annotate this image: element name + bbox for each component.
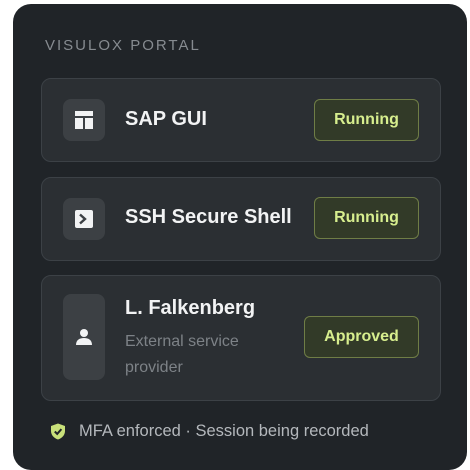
approval-badge: Approved	[304, 316, 419, 358]
approver-role: External service provider	[125, 333, 239, 376]
portal-panel: VISULOX PORTAL SAP GUI Running SSH Secur…	[13, 4, 467, 470]
security-status-text: MFA enforced · Session being recorded	[79, 422, 369, 440]
shield-check-icon	[51, 423, 65, 440]
status-badge: Running	[314, 99, 419, 141]
portal-title: VISULOX PORTAL	[45, 37, 201, 54]
status-badge: Running	[314, 197, 419, 239]
terminal-icon	[63, 198, 105, 240]
app-name: SAP GUI	[125, 108, 207, 130]
app-card-ssh-secure-shell[interactable]: SSH Secure Shell Running	[41, 177, 441, 261]
window-layout-icon	[63, 99, 105, 141]
app-card-sap-gui[interactable]: SAP GUI Running	[41, 78, 441, 162]
approver-name: L. Falkenberg	[125, 297, 256, 319]
security-footer: MFA enforced · Session being recorded	[50, 422, 369, 441]
approval-card[interactable]: L. Falkenberg External service provider …	[41, 275, 441, 401]
app-name: SSH Secure Shell	[125, 206, 292, 228]
user-icon	[63, 294, 105, 380]
